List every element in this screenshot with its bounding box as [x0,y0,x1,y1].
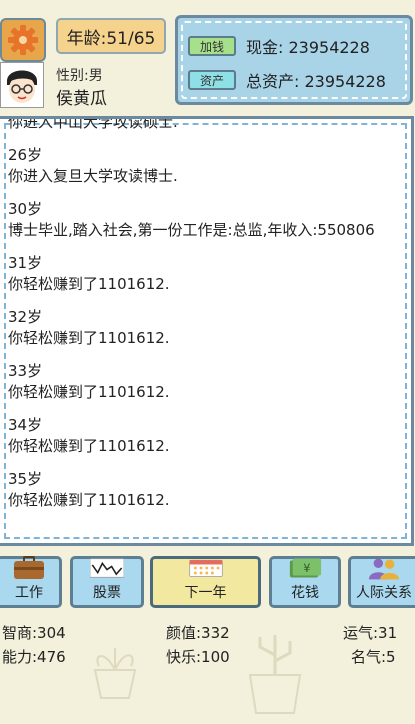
action-bar: 工作 股票 下一年 ¥ 花钱 人际关系 [0,553,415,613]
age-display: 年龄:51/65 [56,18,166,54]
header-area: 年龄:51/65 性别:男 侯黄瓜 加钱 现金: 23954228 资产 总资产… [0,0,415,118]
avatar[interactable] [0,62,44,108]
log-entry-age: 34岁 [8,416,43,434]
calendar-icon [188,556,223,580]
life-log-panel[interactable]: 你进入中山大学攻读硕士. 26岁 你进入复旦大学攻读博士. 30岁 博士毕业,踏… [0,116,414,546]
cash-row: 加钱 现金: 23954228 [188,34,370,58]
spend-money-button[interactable]: ¥ 花钱 [269,556,341,608]
stock-button-label: 股票 [93,585,121,601]
relationships-button[interactable]: 人际关系 [348,556,415,608]
stat-fame: 名气:5 [351,648,396,666]
stats-panel: 智商:304 颜值:332 运气:31 能力:476 快乐:100 名气:5 [0,622,415,668]
stat-ability: 能力:476 [2,648,66,666]
log-entry-age: 26岁 [8,146,43,164]
next-year-button-label: 下一年 [184,585,227,601]
log-entry: 你进入中山大学攻读硕士. [8,116,399,133]
assets-row: 资产 总资产: 23954228 [188,68,386,92]
player-name: 侯黄瓜 [56,89,107,109]
stat-looks: 颜值:332 [166,624,230,642]
next-year-button[interactable]: 下一年 [150,556,261,608]
stat-luck: 运气:31 [343,624,398,642]
money-panel: 加钱 现金: 23954228 资产 总资产: 23954228 [175,15,413,105]
log-entry-age: 33岁 [8,362,43,380]
cash-icon: ¥ [288,556,322,580]
log-entry: 32岁 你轻松赚到了1101612. [8,307,399,349]
total-assets-label: 总资产: 23954228 [246,72,386,91]
log-entry: 35岁 你轻松赚到了1101612. [8,469,399,511]
stat-iq: 智商:304 [2,624,66,642]
log-entry-text: 你进入中山大学攻读硕士. [8,116,178,131]
work-button-label: 工作 [15,585,43,601]
svg-text:¥: ¥ [303,561,310,575]
cash-label: 现金: 23954228 [246,38,370,57]
log-entry-age: 32岁 [8,308,43,326]
settings-button[interactable] [0,18,46,62]
age-label: 年龄:51/65 [66,28,156,49]
log-entry-text: 博士毕业,踏入社会,第一份工作是:总监,年收入:550806 [8,221,375,239]
log-entry-age: 35岁 [8,470,43,488]
spend-money-button-label: 花钱 [291,585,319,601]
log-entry-text: 你轻松赚到了1101612. [8,383,170,401]
relationships-button-label: 人际关系 [356,585,412,601]
log-entry: 34岁 你轻松赚到了1101612. [8,415,399,457]
add-money-button[interactable]: 加钱 [188,36,236,56]
log-entry-text: 你轻松赚到了1101612. [8,329,170,347]
log-list: 你进入中山大学攻读硕士. 26岁 你进入复旦大学攻读博士. 30岁 博士毕业,踏… [8,116,399,523]
stock-button[interactable]: 股票 [70,556,144,608]
log-entry-text: 你轻松赚到了1101612. [8,491,170,509]
avatar-face-icon [7,70,37,103]
stat-happiness: 快乐:100 [166,648,230,666]
work-button[interactable]: 工作 [0,556,62,608]
log-entry-text: 你进入复旦大学攻读博士. [8,167,178,185]
log-entry-age: 31岁 [8,254,43,272]
log-entry: 31岁 你轻松赚到了1101612. [8,253,399,295]
log-entry-text: 你轻松赚到了1101612. [8,437,170,455]
people-icon [367,556,401,580]
log-entry: 33岁 你轻松赚到了1101612. [8,361,399,403]
stock-chart-icon [90,556,124,580]
log-entry-text: 你轻松赚到了1101612. [8,275,170,293]
assets-button[interactable]: 资产 [188,70,236,90]
gender-label: 性别:男 [56,68,103,84]
log-entry: 26岁 你进入复旦大学攻读博士. [8,145,399,187]
briefcase-icon [12,556,46,580]
log-entry: 30岁 博士毕业,踏入社会,第一份工作是:总监,年收入:550806 [8,199,399,241]
gear-icon [8,25,38,55]
log-entry-age: 30岁 [8,200,43,218]
